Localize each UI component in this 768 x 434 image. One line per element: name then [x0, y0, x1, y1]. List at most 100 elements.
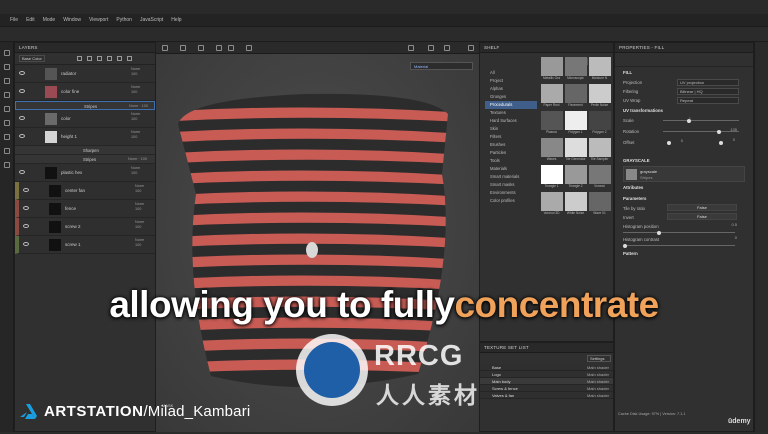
menu-viewport[interactable]: Viewport — [89, 17, 108, 23]
layer-row[interactable]: screw 2 Norm 100 — [15, 218, 155, 236]
effect-blend[interactable]: Norm · 100 — [129, 104, 148, 108]
histpos-knob[interactable] — [657, 230, 661, 235]
layer-blend[interactable]: Norm 100 — [131, 67, 140, 77]
shelf-category[interactable]: Skin — [485, 125, 537, 133]
menu-mode[interactable]: Mode — [43, 17, 56, 23]
add-effect-icon[interactable] — [77, 56, 82, 61]
delete-layer-icon[interactable] — [127, 56, 132, 61]
eye-icon[interactable] — [19, 170, 25, 174]
layer-row[interactable]: center fan Norm 100 — [15, 182, 155, 200]
uvwrap-select[interactable]: Repeat — [677, 97, 739, 104]
shelf-category[interactable]: Project — [485, 77, 537, 85]
video-icon[interactable] — [444, 45, 450, 51]
shelf-category[interactable]: Materials — [485, 165, 537, 173]
menu-python[interactable]: Python — [116, 17, 132, 23]
shelf-resource[interactable]: Wave 01 — [588, 192, 611, 217]
paint-brush-icon[interactable] — [3, 50, 10, 56]
shelf-resource[interactable]: Paper Rect — [540, 84, 563, 109]
layer-row[interactable]: height 1 Norm 100 — [15, 128, 155, 146]
clone-icon[interactable] — [3, 120, 10, 126]
layer-row[interactable]: color Norm 100 — [15, 110, 155, 128]
shelf-resource[interactable]: Voronoi — [588, 165, 611, 190]
smudge-icon[interactable] — [3, 106, 10, 112]
camera-icon[interactable] — [228, 45, 234, 51]
effect-row[interactable]: Stripes Norm · 100 — [15, 101, 155, 110]
grayscale-slot[interactable]: grayscale Stripes — [623, 166, 745, 182]
shelf-resource[interactable]: Metallic Gra — [540, 57, 563, 82]
parameters-header[interactable]: Parameters — [615, 193, 753, 204]
shelf-category[interactable]: Alphas — [485, 85, 537, 93]
polygon-fill-icon[interactable] — [3, 148, 10, 154]
shelf-resource[interactable]: Waves — [540, 138, 563, 163]
shelf-category[interactable]: Hard Surfaces — [485, 117, 537, 125]
layer-blend[interactable]: Norm 100 — [131, 85, 140, 95]
layer-row[interactable]: fence Norm 100 — [15, 200, 155, 218]
eye-icon[interactable] — [23, 188, 29, 192]
symmetry-icon[interactable] — [198, 45, 204, 51]
shelf-resource[interactable]: Perlin Noise — [588, 84, 611, 109]
menu-file[interactable]: File — [10, 17, 18, 23]
tile-toggle[interactable]: False — [667, 204, 737, 211]
eraser-icon[interactable] — [3, 64, 10, 70]
layer-row[interactable]: screw 1 Norm 100 — [15, 236, 155, 254]
layer-blend[interactable]: Norm 100 — [131, 112, 140, 122]
eye-icon[interactable] — [19, 71, 25, 75]
shelf-resource[interactable]: Tile Sampler — [588, 138, 611, 163]
pause-icon[interactable] — [408, 45, 414, 51]
eye-icon[interactable] — [23, 242, 29, 246]
menu-help[interactable]: Help — [171, 17, 181, 23]
effect-row[interactable]: Stripes Norm · 100 — [15, 155, 155, 164]
eye-icon[interactable] — [23, 206, 29, 210]
layer-blend[interactable]: Norm 100 — [131, 166, 140, 176]
projection-select[interactable]: UV projection — [677, 79, 739, 86]
display-icon[interactable] — [428, 45, 434, 51]
layer-row[interactable]: color fine Norm 100 — [15, 83, 155, 101]
tsl-settings-button[interactable]: Settings — [587, 355, 611, 362]
shelf-resource[interactable]: Moisture N — [588, 57, 611, 82]
shelf-category[interactable]: Color profiles — [485, 197, 537, 205]
eye-icon[interactable] — [19, 116, 25, 120]
projection-icon[interactable] — [3, 78, 10, 84]
shelf-resource[interactable]: Tile Generator — [564, 138, 587, 163]
shelf-category-selected[interactable]: Procedurals — [485, 101, 537, 109]
material-mode-select[interactable]: Material — [410, 62, 473, 70]
shelf-resource[interactable]: Triangle 2 — [564, 165, 587, 190]
rotation-slider-knob[interactable] — [717, 129, 721, 134]
brush-settings-icon[interactable] — [180, 45, 186, 51]
text-tool-icon[interactable] — [3, 162, 10, 168]
layer-row[interactable]: radiator Norm 100 — [15, 65, 155, 83]
shelf-resource[interactable]: Microscopic — [564, 57, 587, 82]
filtering-select[interactable]: Bilinear | HQ — [677, 88, 739, 95]
settings-icon[interactable] — [246, 45, 252, 51]
add-fill-icon[interactable] — [97, 56, 102, 61]
layer-blend[interactable]: Norm 100 — [135, 202, 144, 212]
menu-javascript[interactable]: JavaScript — [140, 17, 163, 23]
pattern-header[interactable]: Pattern — [615, 248, 753, 259]
layer-blend[interactable]: Norm 100 — [135, 238, 144, 248]
add-layer-icon[interactable] — [107, 56, 112, 61]
geometry-mask-icon[interactable] — [3, 92, 10, 98]
eye-icon[interactable] — [19, 89, 25, 93]
shelf-category[interactable]: Filters — [485, 133, 537, 141]
add-mask-icon[interactable] — [87, 56, 92, 61]
shelf-resource[interactable]: Pavement — [564, 84, 587, 109]
offset-x-knob[interactable] — [667, 140, 671, 145]
layer-row[interactable]: plastic hex Norm 100 — [15, 164, 155, 182]
shelf-category[interactable]: Smart masks — [485, 181, 537, 189]
effect-blend[interactable]: Norm · 100 — [128, 157, 147, 161]
histpos-slider[interactable] — [623, 232, 735, 233]
shelf-category[interactable]: Tools — [485, 157, 537, 165]
layer-blend[interactable]: Norm 100 — [131, 130, 140, 140]
shelf-resource[interactable]: Polygon 2 — [588, 111, 611, 136]
grid-icon[interactable] — [162, 45, 168, 51]
rotation-slider[interactable] — [663, 131, 739, 132]
layer-blend[interactable]: Norm 100 — [135, 220, 144, 230]
picker-icon[interactable] — [3, 134, 10, 140]
offset-y-knob[interactable] — [719, 140, 723, 145]
invert-toggle[interactable]: False — [667, 213, 737, 220]
histcontrast-slider[interactable] — [623, 245, 735, 246]
shelf-resource[interactable]: Triangle 1 — [540, 165, 563, 190]
menu-window[interactable]: Window — [63, 17, 81, 23]
shelf-category[interactable]: Environments — [485, 189, 537, 197]
shelf-category[interactable]: Textures — [485, 109, 537, 117]
